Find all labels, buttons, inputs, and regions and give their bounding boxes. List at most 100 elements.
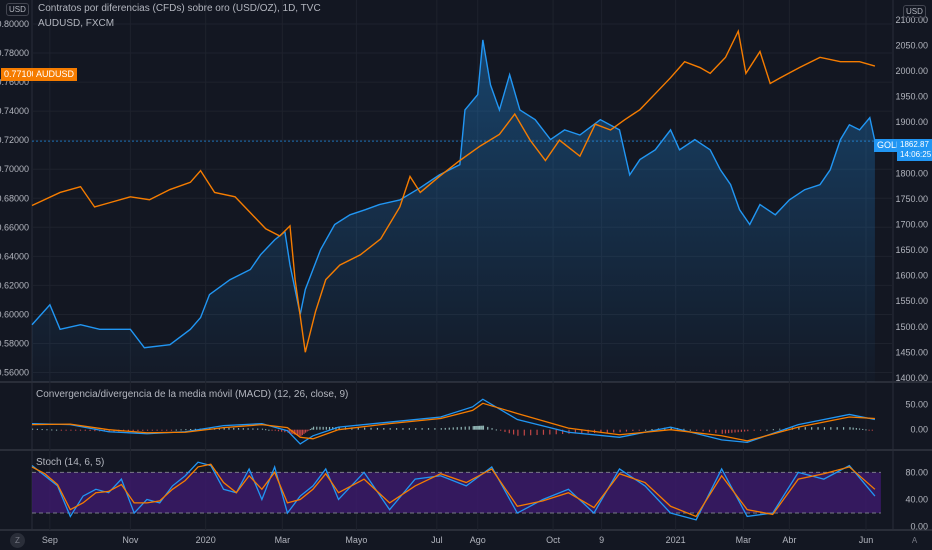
- macd-signal-line: [31, 402, 875, 442]
- macd-histogram-bar: [852, 427, 854, 430]
- macd-axis-tick: 0.00: [910, 425, 928, 435]
- macd-histogram-bar: [161, 429, 163, 431]
- left-axis-tick: 0.62000: [0, 280, 29, 290]
- macd-histogram-bar: [132, 429, 134, 432]
- macd-histogram-bar: [683, 428, 685, 430]
- macd-histogram-bar: [536, 429, 538, 436]
- log-scale-button[interactable]: Z: [10, 533, 25, 548]
- macd-histogram-bar: [444, 427, 446, 430]
- macd-histogram-bar: [842, 427, 845, 430]
- macd-histogram-bar: [298, 429, 300, 436]
- macd-histogram-bar: [464, 426, 466, 430]
- macd-histogram-bar: [170, 429, 173, 431]
- macd-histogram-bar: [619, 429, 621, 433]
- macd-histogram-bar: [478, 425, 481, 430]
- macd-histogram-bar: [190, 428, 192, 430]
- right-axis-tick: 1750.00: [895, 194, 928, 204]
- macd-histogram-bar: [175, 429, 177, 431]
- time-axis-tick: Abr: [782, 535, 796, 545]
- macd-histogram-bar: [728, 429, 730, 434]
- macd-histogram-bar: [55, 429, 58, 431]
- gold-price-value: 1862.87: [900, 140, 929, 149]
- macd-histogram-bar: [395, 428, 398, 430]
- right-axis-tick: 1650.00: [895, 245, 928, 255]
- left-currency-label[interactable]: USD: [6, 3, 29, 16]
- time-axis-tick: Ago: [470, 535, 486, 545]
- macd-histogram-bar: [440, 428, 442, 430]
- compare-symbol-label: AUDUSD, FXCM: [38, 18, 115, 29]
- macd-histogram-bar: [151, 429, 153, 431]
- left-axis-tick: 0.64000: [0, 251, 29, 261]
- macd-histogram-bar: [480, 425, 482, 430]
- stoch-label[interactable]: Stoch (14, 6, 5): [36, 457, 104, 468]
- macd-histogram-bar: [300, 429, 302, 437]
- macd-histogram-bar: [530, 429, 532, 436]
- macd-histogram-bar: [448, 427, 450, 430]
- macd-histogram-bar: [766, 429, 768, 431]
- macd-histogram-bar: [491, 428, 493, 430]
- macd-histogram-bar: [779, 428, 781, 430]
- macd-histogram-bar: [306, 429, 308, 432]
- macd-histogram-bar: [613, 429, 615, 433]
- macd-histogram-bar: [625, 429, 628, 432]
- macd-histogram-bar: [75, 429, 77, 431]
- macd-histogram-bar: [257, 428, 259, 430]
- macd-histogram-bar: [325, 426, 327, 430]
- right-axis-tick: 2000.00: [895, 66, 928, 76]
- right-currency-label[interactable]: USD: [903, 5, 926, 18]
- time-axis-tick: Jul: [431, 535, 443, 545]
- time-axis-tick: 2021: [666, 535, 686, 545]
- macd-histogram-bar: [364, 427, 366, 430]
- aud-symbol-tag: AUDUSD: [33, 68, 78, 81]
- left-axis-tick: 0.70000: [0, 164, 29, 174]
- macd-histogram-bar: [316, 426, 318, 430]
- time-axis-tick: 2020: [196, 535, 216, 545]
- macd-histogram-bar: [156, 429, 158, 431]
- macd-histogram-bar: [477, 425, 479, 430]
- macd-histogram-bar: [434, 428, 436, 430]
- macd-histogram-bar: [247, 428, 249, 430]
- macd-histogram-bar: [60, 429, 62, 431]
- macd-histogram-bar: [858, 428, 861, 430]
- chart-canvas[interactable]: 0.800000.780000.760000.740000.720000.700…: [0, 0, 932, 550]
- macd-histogram-bar: [868, 429, 870, 431]
- macd-histogram-bar: [855, 428, 857, 430]
- time-axis-tick: Nov: [122, 535, 139, 545]
- macd-histogram-bar: [452, 427, 454, 430]
- macd-histogram-bar: [715, 429, 717, 433]
- gold-price-tag: 1862.87 14:06:25: [897, 139, 932, 161]
- macd-histogram-bar: [871, 429, 873, 431]
- macd-axis-tick: 50.00: [905, 399, 928, 409]
- macd-histogram-bar: [308, 429, 310, 431]
- macd-histogram-bar: [41, 429, 43, 431]
- macd-histogram-bar: [651, 429, 653, 431]
- macd-histogram-bar: [166, 429, 168, 431]
- macd-histogram-bar: [472, 426, 474, 430]
- left-axis-tick: 0.68000: [0, 193, 29, 203]
- macd-histogram-bar: [740, 429, 743, 432]
- macd-histogram-bar: [312, 426, 315, 430]
- macd-histogram-bar: [421, 428, 423, 430]
- macd-histogram-bar: [638, 429, 640, 431]
- right-axis-tick: 1700.00: [895, 219, 928, 229]
- macd-histogram-bar: [303, 429, 305, 434]
- macd-histogram-bar: [228, 427, 230, 430]
- macd-histogram-bar: [328, 426, 331, 430]
- macd-histogram-bar: [65, 429, 67, 431]
- macd-histogram-bar: [696, 429, 698, 431]
- macd-histogram-bar: [268, 429, 270, 431]
- macd-histogram-bar: [500, 429, 502, 431]
- macd-histogram-bar: [185, 429, 187, 431]
- time-axis-tick: 9: [599, 535, 604, 545]
- macd-histogram-bar: [233, 427, 235, 430]
- macd-histogram-bar: [242, 428, 244, 430]
- macd-histogram-bar: [51, 429, 53, 431]
- macd-histogram-bar: [708, 429, 711, 433]
- macd-label[interactable]: Convergencia/divergencia de la media móv…: [36, 389, 348, 400]
- right-axis-tick: 1950.00: [895, 92, 928, 102]
- macd-histogram-bar: [849, 427, 851, 430]
- macd-histogram-bar: [427, 428, 430, 430]
- macd-histogram-bar: [724, 429, 727, 434]
- macd-histogram-bar: [645, 429, 647, 431]
- auto-scale-button[interactable]: A: [907, 533, 922, 548]
